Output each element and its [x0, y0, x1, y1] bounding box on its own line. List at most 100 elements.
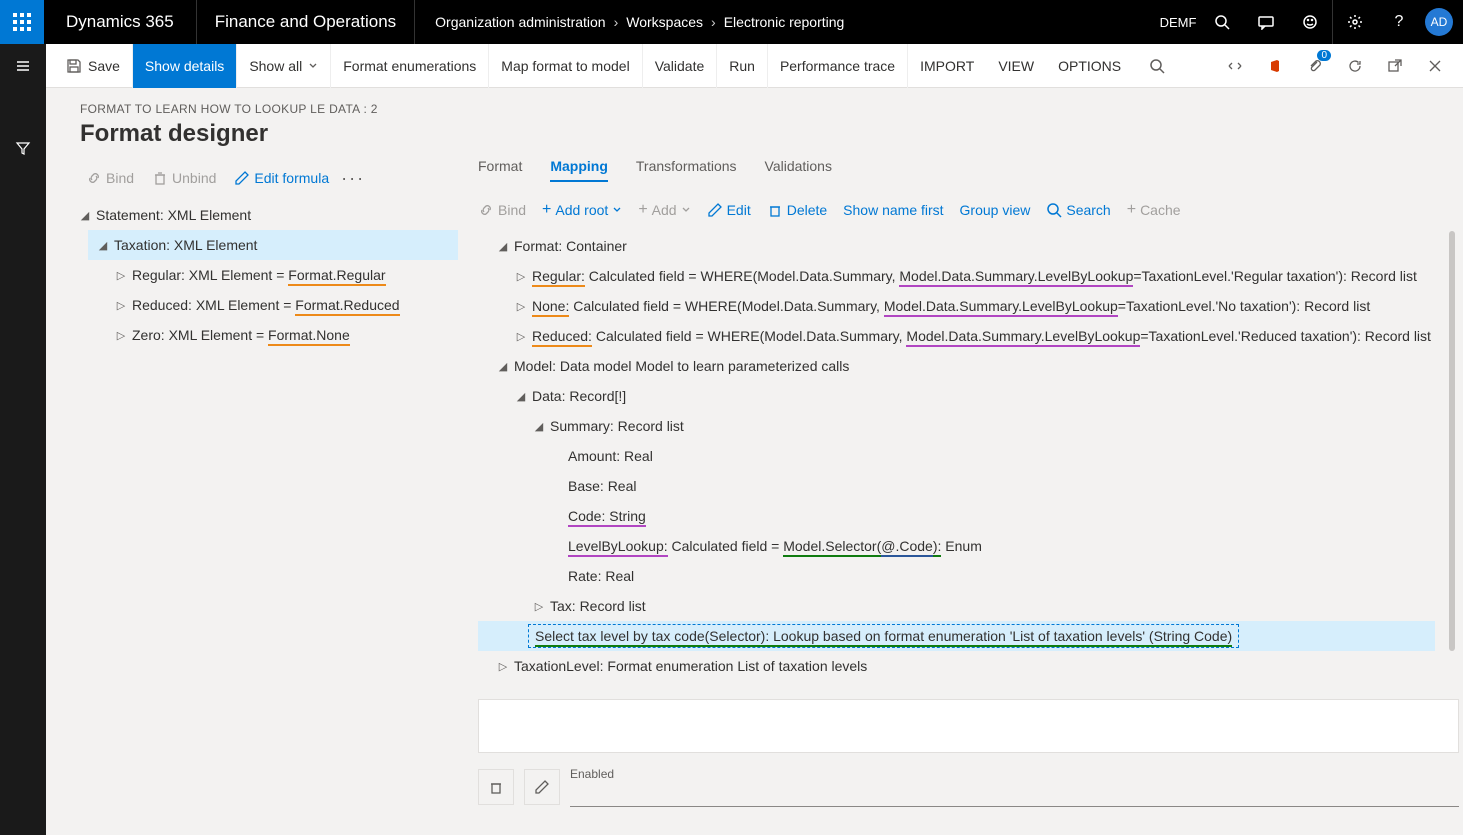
performance-trace-button[interactable]: Performance trace — [768, 44, 908, 88]
breadcrumb-item[interactable]: Workspaces — [626, 14, 703, 30]
caret-right-icon: ▷ — [114, 299, 128, 312]
refresh-button[interactable] — [1335, 44, 1375, 88]
fit-icon — [1227, 58, 1243, 74]
import-button[interactable]: IMPORT — [908, 44, 986, 88]
nav-filter[interactable] — [0, 126, 46, 170]
ds-node-model[interactable]: ◢Model: Data model Model to learn parame… — [478, 351, 1435, 381]
settings-button[interactable] — [1333, 0, 1377, 44]
waffle-icon — [13, 13, 31, 31]
unbind-button[interactable]: Unbind — [146, 166, 222, 190]
save-button[interactable]: Save — [54, 44, 133, 88]
action-search-button[interactable] — [1137, 58, 1177, 74]
trash-icon — [767, 202, 783, 218]
caret-down-icon: ◢ — [496, 240, 510, 253]
pencil-icon — [234, 170, 250, 186]
attachments-button[interactable]: 0 — [1295, 44, 1335, 88]
tab-mapping[interactable]: Mapping — [550, 158, 608, 182]
more-button[interactable]: ··· — [341, 168, 365, 189]
tree-node-reduced[interactable]: ▷ Reduced: XML Element = Format.Reduced — [106, 290, 458, 320]
scrollbar[interactable] — [1449, 231, 1455, 651]
bottom-edit-button[interactable] — [524, 769, 560, 805]
search-button[interactable] — [1200, 0, 1244, 44]
format-enumerations-button[interactable]: Format enumerations — [331, 44, 489, 88]
breadcrumb-item[interactable]: Organization administration — [435, 14, 605, 30]
rt-edit-button[interactable]: Edit — [707, 202, 751, 218]
tree-node-statement[interactable]: ◢ Statement: XML Element — [70, 200, 458, 230]
ds-node-base[interactable]: ▷Base: Real — [478, 471, 1435, 501]
avatar[interactable]: AD — [1425, 8, 1453, 36]
rt-add-button[interactable]: +Add — [638, 201, 690, 219]
edit-formula-button[interactable]: Edit formula — [228, 166, 335, 190]
caret-right-icon: ▷ — [514, 330, 528, 343]
ds-node-levelbylookup[interactable]: ▷LevelByLookup: Calculated field = Model… — [478, 531, 1435, 561]
refresh-icon — [1347, 58, 1363, 74]
ds-node-rate[interactable]: ▷Rate: Real — [478, 561, 1435, 591]
bind-button[interactable]: Bind — [80, 166, 140, 190]
office-button[interactable] — [1255, 44, 1295, 88]
top-right-controls: DEMF ? AD — [1156, 0, 1463, 44]
view-button[interactable]: VIEW — [986, 44, 1046, 88]
tree-node-taxation[interactable]: ◢ Taxation: XML Element — [88, 230, 458, 260]
fit-button[interactable] — [1215, 44, 1255, 88]
ds-node-code[interactable]: ▷Code: String — [478, 501, 1435, 531]
tree-node-zero[interactable]: ▷ Zero: XML Element = Format.None — [106, 320, 458, 350]
nav-hamburger[interactable] — [0, 44, 46, 88]
trash-icon — [488, 779, 504, 795]
run-button[interactable]: Run — [717, 44, 768, 88]
popout-button[interactable] — [1375, 44, 1415, 88]
filter-icon — [15, 140, 31, 156]
rt-group-view-button[interactable]: Group view — [960, 202, 1031, 218]
options-button[interactable]: OPTIONS — [1046, 44, 1133, 88]
bottom-delete-button[interactable] — [478, 769, 514, 805]
rt-delete-button[interactable]: Delete — [767, 202, 827, 218]
enabled-label: Enabled — [570, 767, 1459, 781]
app-launcher-button[interactable] — [0, 0, 44, 44]
ds-node-none[interactable]: ▷None: Calculated field = WHERE(Model.Da… — [478, 291, 1435, 321]
messages-button[interactable] — [1244, 0, 1288, 44]
tree-node-regular[interactable]: ▷ Regular: XML Element = Format.Regular — [106, 260, 458, 290]
ds-node-reduced[interactable]: ▷Reduced: Calculated field = WHERE(Model… — [478, 321, 1435, 351]
close-icon — [1427, 58, 1443, 74]
help-icon: ? — [1395, 13, 1404, 31]
rt-bind-button[interactable]: Bind — [478, 202, 526, 218]
bottom-bar: Enabled — [478, 767, 1459, 807]
tab-format[interactable]: Format — [478, 158, 522, 182]
ds-node-amount[interactable]: ▷Amount: Real — [478, 441, 1435, 471]
save-icon — [66, 58, 82, 74]
rt-show-name-button[interactable]: Show name first — [843, 202, 943, 218]
close-button[interactable] — [1415, 44, 1455, 88]
rt-add-root-button[interactable]: +Add root — [542, 201, 622, 219]
action-bar: Save Show details Show all Format enumer… — [46, 44, 1463, 88]
chevron-down-icon — [308, 61, 318, 71]
ds-node-summary[interactable]: ◢Summary: Record list — [478, 411, 1435, 441]
map-format-to-model-button[interactable]: Map format to model — [489, 44, 642, 88]
pencil-icon — [707, 202, 723, 218]
rt-search-button[interactable]: Search — [1046, 202, 1110, 218]
top-bar: Dynamics 365 Finance and Operations Orga… — [0, 0, 1463, 44]
show-all-button[interactable]: Show all — [237, 44, 331, 88]
chevron-right-icon: › — [711, 14, 716, 30]
ds-node-data[interactable]: ◢Data: Record[!] — [478, 381, 1435, 411]
validate-button[interactable]: Validate — [643, 44, 718, 88]
enabled-input[interactable] — [570, 781, 1459, 807]
caret-right-icon: ▷ — [114, 329, 128, 342]
ds-node-taxationlevel[interactable]: ▷TaxationLevel: Format enumeration List … — [478, 651, 1435, 681]
brand-label: Dynamics 365 — [44, 12, 196, 32]
ds-node-regular[interactable]: ▷Regular: Calculated field = WHERE(Model… — [478, 261, 1435, 291]
help-button[interactable]: ? — [1377, 0, 1421, 44]
tabs: Format Mapping Transformations Validatio… — [478, 150, 1459, 193]
breadcrumb-item[interactable]: Electronic reporting — [724, 14, 845, 30]
tab-transformations[interactable]: Transformations — [636, 158, 737, 182]
ds-node-tax[interactable]: ▷Tax: Record list — [478, 591, 1435, 621]
smiley-button[interactable] — [1288, 0, 1332, 44]
tab-validations[interactable]: Validations — [765, 158, 832, 182]
ds-node-selector[interactable]: ▷Select tax level by tax code(Selector):… — [478, 621, 1435, 651]
rt-cache-button[interactable]: +Cache — [1127, 201, 1181, 219]
details-block — [478, 699, 1459, 753]
message-icon — [1258, 14, 1274, 30]
show-details-button[interactable]: Show details — [133, 44, 237, 88]
save-label: Save — [88, 58, 120, 74]
attach-badge: 0 — [1317, 50, 1331, 61]
ds-node-format[interactable]: ◢Format: Container — [478, 231, 1435, 261]
company-label[interactable]: DEMF — [1156, 0, 1200, 44]
